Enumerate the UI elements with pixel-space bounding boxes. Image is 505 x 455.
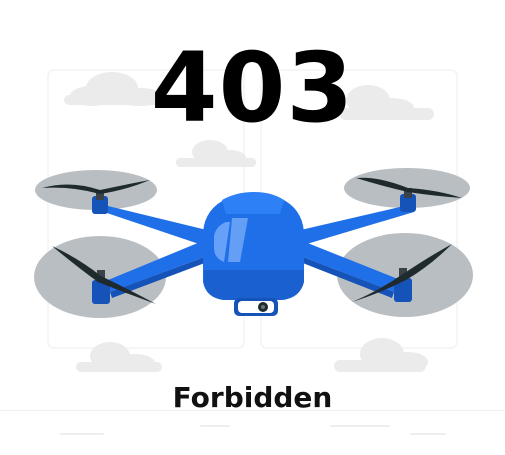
footer-placeholder [60, 433, 104, 435]
error-page: 403 Forbidden [0, 0, 505, 455]
footer-divider [0, 410, 505, 411]
error-code: 403 [150, 32, 355, 144]
footer-placeholder [410, 433, 446, 435]
footer-placeholder [330, 425, 390, 427]
footer-placeholder [200, 425, 230, 427]
